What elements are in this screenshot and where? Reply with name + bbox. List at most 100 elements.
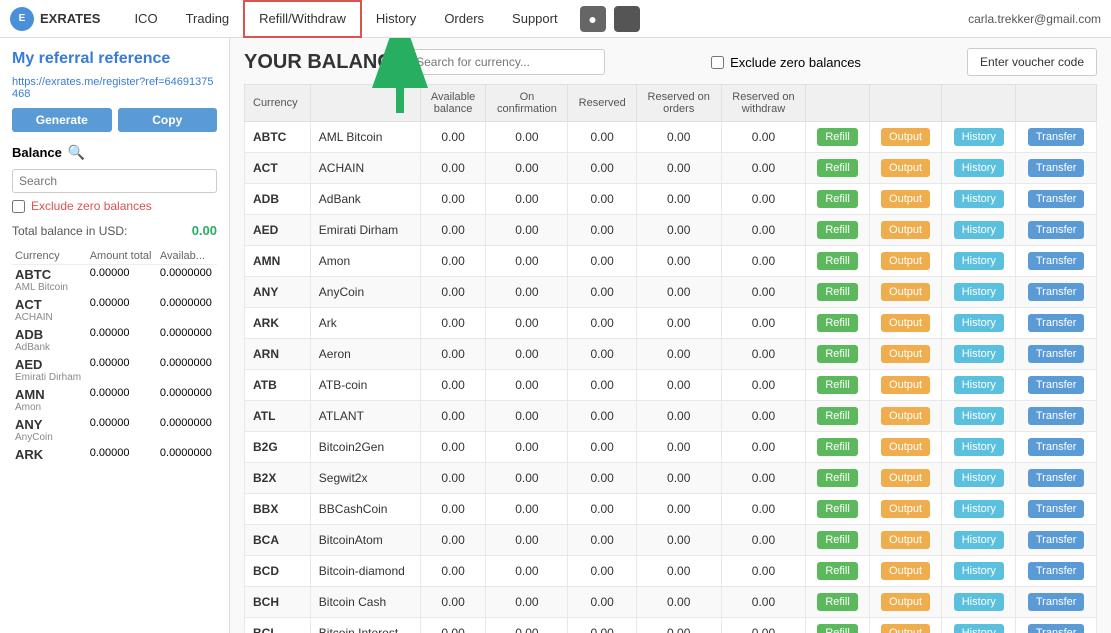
nav-support[interactable]: Support [498, 0, 572, 38]
transfer-button[interactable]: Transfer [1028, 252, 1085, 270]
row-res-withdraw: 0.00 [721, 432, 806, 463]
refill-button[interactable]: Refill [817, 128, 857, 146]
exclude-zero-main-checkbox[interactable] [711, 56, 724, 69]
history-button[interactable]: History [954, 438, 1004, 456]
android-icon[interactable]: ● [580, 6, 606, 32]
row-refill-cell: Refill [806, 432, 869, 463]
table-row: BCD Bitcoin-diamond 0.00 0.00 0.00 0.00 … [245, 556, 1097, 587]
refill-button[interactable]: Refill [817, 500, 857, 518]
refill-button[interactable]: Refill [817, 562, 857, 580]
output-button[interactable]: Output [881, 469, 930, 487]
history-button[interactable]: History [954, 190, 1004, 208]
output-button[interactable]: Output [881, 407, 930, 425]
output-button[interactable]: Output [881, 314, 930, 332]
refill-button[interactable]: Refill [817, 531, 857, 549]
output-button[interactable]: Output [881, 531, 930, 549]
output-button[interactable]: Output [881, 283, 930, 301]
refill-button[interactable]: Refill [817, 438, 857, 456]
history-button[interactable]: History [954, 624, 1004, 633]
balance-search-icon[interactable]: 🔍 [68, 144, 85, 161]
row-res-orders: 0.00 [636, 618, 721, 633]
sidebar-search-input[interactable] [12, 169, 217, 193]
refill-button[interactable]: Refill [817, 314, 857, 332]
currency-name: Amon [15, 402, 84, 413]
transfer-button[interactable]: Transfer [1028, 531, 1085, 549]
history-button[interactable]: History [954, 221, 1004, 239]
output-button[interactable]: Output [881, 345, 930, 363]
refill-button[interactable]: Refill [817, 345, 857, 363]
history-button[interactable]: History [954, 283, 1004, 301]
refill-button[interactable]: Refill [817, 593, 857, 611]
row-code: ARK [245, 308, 311, 339]
refill-button[interactable]: Refill [817, 221, 857, 239]
refill-button[interactable]: Refill [817, 469, 857, 487]
transfer-button[interactable]: Transfer [1028, 438, 1085, 456]
row-on-confirm: 0.00 [486, 153, 568, 184]
transfer-button[interactable]: Transfer [1028, 159, 1085, 177]
history-button[interactable]: History [954, 407, 1004, 425]
row-code: ANY [245, 277, 311, 308]
total-value: 0.00 [192, 223, 217, 238]
row-res-orders: 0.00 [636, 339, 721, 370]
refill-button[interactable]: Refill [817, 190, 857, 208]
row-available: 0.00 [420, 339, 486, 370]
transfer-button[interactable]: Transfer [1028, 624, 1085, 633]
nav-ico[interactable]: ICO [120, 0, 171, 38]
apple-icon[interactable] [614, 6, 640, 32]
transfer-button[interactable]: Transfer [1028, 407, 1085, 425]
row-res-orders: 0.00 [636, 432, 721, 463]
currency-search-input[interactable] [405, 49, 605, 75]
transfer-button[interactable]: Transfer [1028, 376, 1085, 394]
transfer-button[interactable]: Transfer [1028, 314, 1085, 332]
output-button[interactable]: Output [881, 500, 930, 518]
output-button[interactable]: Output [881, 221, 930, 239]
row-name: Ark [310, 308, 420, 339]
generate-button[interactable]: Generate [12, 108, 112, 132]
output-button[interactable]: Output [881, 593, 930, 611]
output-button[interactable]: Output [881, 252, 930, 270]
history-button[interactable]: History [954, 314, 1004, 332]
exclude-zero-checkbox[interactable] [12, 200, 25, 213]
row-output-cell: Output [869, 494, 942, 525]
nav-history[interactable]: History [362, 0, 430, 38]
history-button[interactable]: History [954, 345, 1004, 363]
history-button[interactable]: History [954, 469, 1004, 487]
transfer-button[interactable]: Transfer [1028, 469, 1085, 487]
refill-button[interactable]: Refill [817, 407, 857, 425]
transfer-button[interactable]: Transfer [1028, 345, 1085, 363]
history-button[interactable]: History [954, 159, 1004, 177]
nav-orders[interactable]: Orders [430, 0, 498, 38]
history-button[interactable]: History [954, 376, 1004, 394]
history-button[interactable]: History [954, 128, 1004, 146]
nav-refill-withdraw[interactable]: Refill/Withdraw [243, 0, 362, 38]
sidebar-amount-cell: 0.00000 [87, 295, 157, 325]
output-button[interactable]: Output [881, 190, 930, 208]
transfer-button[interactable]: Transfer [1028, 593, 1085, 611]
output-button[interactable]: Output [881, 562, 930, 580]
output-button[interactable]: Output [881, 159, 930, 177]
transfer-button[interactable]: Transfer [1028, 190, 1085, 208]
copy-button[interactable]: Copy [118, 108, 218, 132]
refill-button[interactable]: Refill [817, 283, 857, 301]
transfer-button[interactable]: Transfer [1028, 283, 1085, 301]
output-button[interactable]: Output [881, 624, 930, 633]
history-button[interactable]: History [954, 500, 1004, 518]
history-button[interactable]: History [954, 562, 1004, 580]
transfer-button[interactable]: Transfer [1028, 128, 1085, 146]
history-button[interactable]: History [954, 531, 1004, 549]
currency-name: ACHAIN [15, 312, 84, 323]
history-button[interactable]: History [954, 252, 1004, 270]
nav-trading[interactable]: Trading [172, 0, 244, 38]
refill-button[interactable]: Refill [817, 252, 857, 270]
output-button[interactable]: Output [881, 128, 930, 146]
voucher-button[interactable]: Enter voucher code [967, 48, 1097, 76]
history-button[interactable]: History [954, 593, 1004, 611]
transfer-button[interactable]: Transfer [1028, 500, 1085, 518]
output-button[interactable]: Output [881, 438, 930, 456]
refill-button[interactable]: Refill [817, 159, 857, 177]
output-button[interactable]: Output [881, 376, 930, 394]
refill-button[interactable]: Refill [817, 624, 857, 633]
transfer-button[interactable]: Transfer [1028, 221, 1085, 239]
refill-button[interactable]: Refill [817, 376, 857, 394]
transfer-button[interactable]: Transfer [1028, 562, 1085, 580]
